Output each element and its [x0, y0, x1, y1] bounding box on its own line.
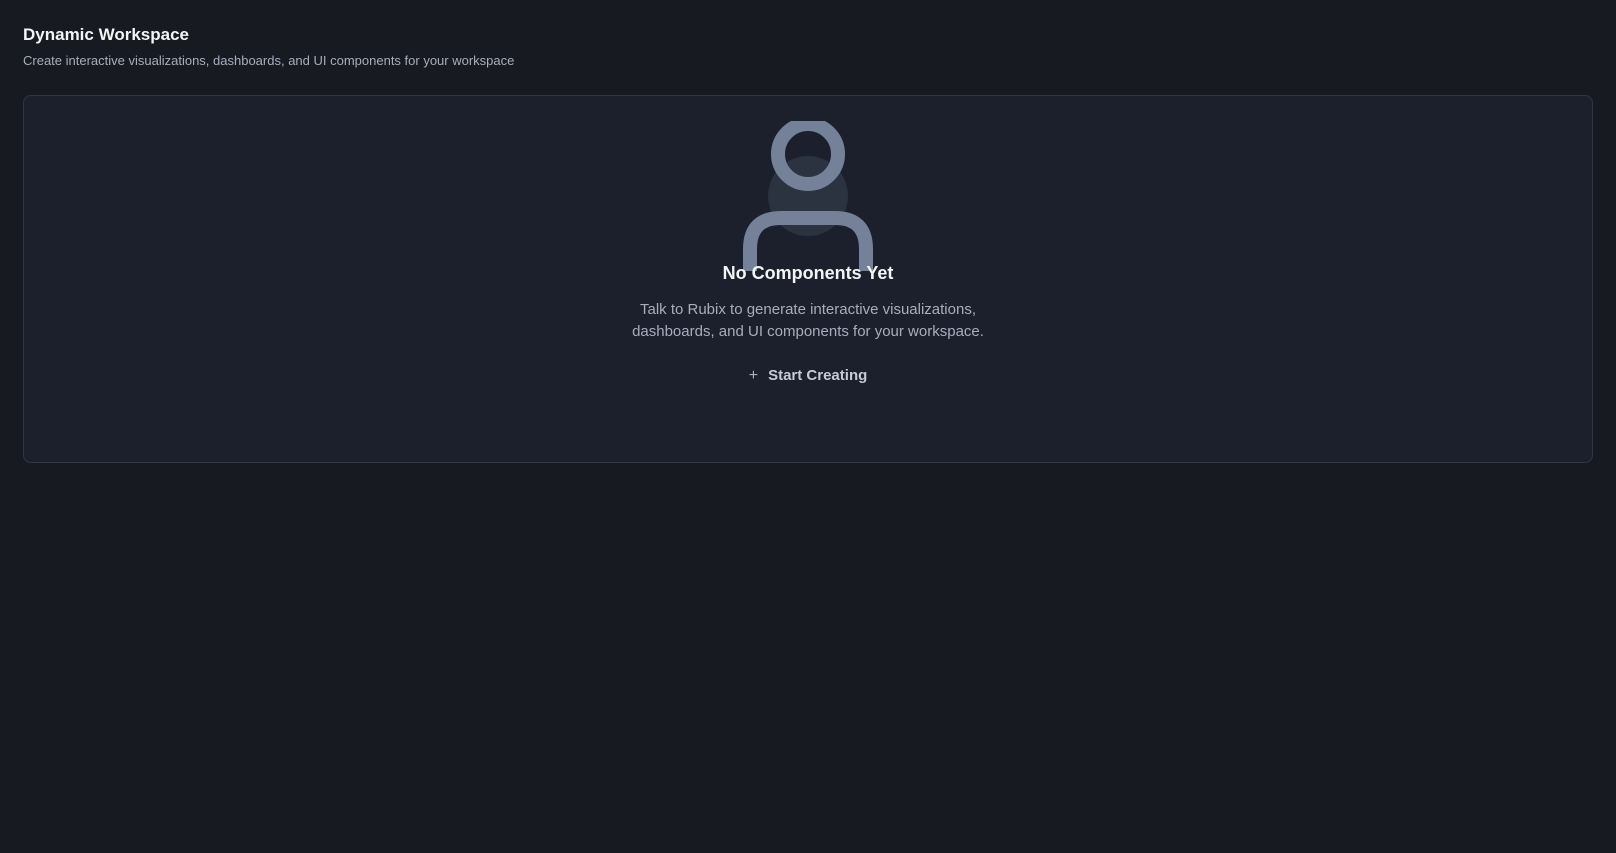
- page-title: Dynamic Workspace: [23, 25, 189, 44]
- empty-state-description-line2: dashboards, and UI components for your w…: [632, 323, 984, 340]
- workspace-page: Dynamic Workspace Create interactive vis…: [0, 0, 1616, 853]
- start-creating-button[interactable]: + Start Creating: [743, 363, 874, 388]
- components-panel: No Components Yet Talk to Rubix to gener…: [23, 95, 1593, 463]
- page-header: Dynamic Workspace Create interactive vis…: [23, 0, 1593, 70]
- user-icon: [738, 121, 878, 271]
- empty-state-title: No Components Yet: [722, 263, 894, 283]
- plus-icon: +: [748, 366, 759, 384]
- start-creating-label: Start Creating: [768, 367, 868, 384]
- user-icon-graphic: [743, 121, 873, 271]
- empty-state-description-line1: Talk to Rubix to generate interactive vi…: [639, 301, 976, 318]
- page-subtitle: Create interactive visualizations, dashb…: [23, 53, 515, 68]
- empty-state-description: Talk to Rubix to generate interactive vi…: [598, 299, 1018, 343]
